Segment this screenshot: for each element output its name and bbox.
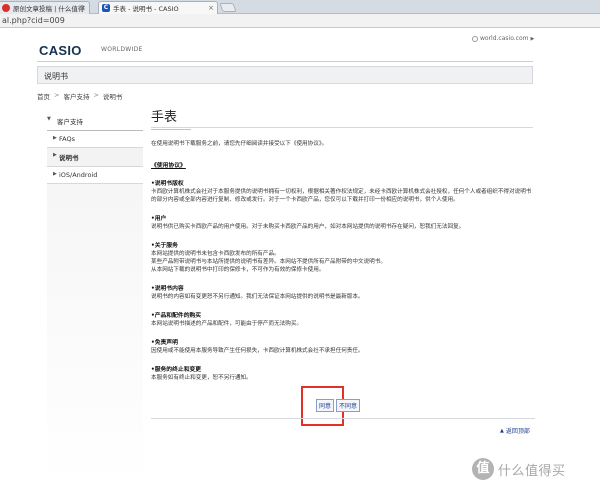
address-bar[interactable]: al.php?cid=009 [0, 14, 600, 28]
new-tab-button[interactable] [219, 3, 237, 12]
footer-divider [151, 418, 535, 419]
triangle-icon: ▶ [53, 152, 57, 158]
region-selector[interactable]: world.casio.com ▶ [472, 35, 534, 42]
sidebar-head-label: 客户支持 [57, 118, 83, 126]
terms-heading: •产品和配件的购买 [151, 313, 202, 319]
smzdm-watermark: 值 什么值得买 [472, 458, 566, 480]
terms-section-users: •用户 说明书供已购买卡西欧产品的用户使用。对于未购买卡西欧产品的用户，如对本网… [151, 215, 535, 231]
globe-icon [472, 35, 478, 42]
back-to-top-link[interactable]: ▲ 返回顶部 [500, 426, 530, 436]
sidebar: ▼ 客户支持 ▶ FAQs ▶ 说明书 ▶ iOS/Android [47, 112, 143, 484]
arrow-up-icon: ▲ [500, 427, 504, 434]
smzdm-logo-icon: 值 [472, 458, 494, 480]
main-content: 手表 在使用说明书下载服务之前，请您先仔细阅读并接受以下《使用协议》。 《使用协… [151, 106, 535, 382]
terms-section-content: •说明书内容 说明书的内容如有变更恕不另行通知。我们无法保证本网站提供的说明书是… [151, 285, 535, 301]
title-divider [151, 127, 533, 128]
sidebar-head-support[interactable]: ▼ 客户支持 [47, 112, 143, 131]
breadcrumb-manuals[interactable]: 说明书 [103, 91, 123, 101]
terms-text: 本网站说明书描述的产品和配件，可能由于停产而无法购买。 [151, 321, 303, 327]
terms-text: 本服务如有终止和变更，恕不另行通知。 [151, 375, 252, 381]
tab-title: 手表 - 说明书 - CASIO [113, 5, 179, 13]
terms-section-termination: •服务的终止和变更 本服务如有终止和变更，恕不另行通知。 [151, 366, 535, 382]
terms-section-disclaimer: •免责声明 因使用或不能使用本服务导致产生任何损失，卡西欧计算机株式会社不承担任… [151, 339, 535, 355]
back-to-top-label: 返回顶部 [505, 428, 530, 435]
casio-logo[interactable]: CASIO [39, 43, 82, 58]
breadcrumb-support[interactable]: 客户支持 [63, 91, 89, 101]
breadcrumb-separator: > [93, 91, 99, 99]
browser-tab-bar: 原创文章投稿 | 什么值得 × C 手表 - 说明书 - CASIO × [0, 0, 600, 14]
breadcrumb-home[interactable]: 首页 [37, 91, 50, 101]
sidebar-item-ios-android[interactable]: ▶ iOS/Android [47, 167, 143, 184]
terms-section-purchase: •产品和配件的购买 本网站说明书描述的产品和配件，可能由于停产而无法购买。 [151, 312, 535, 328]
sidebar-item-faqs[interactable]: ▶ FAQs [47, 131, 143, 148]
terms-heading: •关于服务 [151, 243, 178, 249]
worldwide-label: WORLDWIDE [101, 46, 143, 53]
agreement-buttons: 同意 不同意 [316, 399, 361, 412]
agree-button[interactable]: 同意 [316, 399, 335, 412]
browser-tab-smzdm[interactable]: 原创文章投稿 | 什么值得 × [0, 1, 90, 14]
terms-section-copyright: •说明书版权 卡西欧计算机株式会社对于本服务提供的说明书拥有一切权利，根据相关著… [151, 180, 535, 204]
url-text[interactable]: al.php?cid=009 [2, 16, 65, 25]
terms-text: 卡西欧计算机株式会社对于本服务提供的说明书拥有一切权利，根据相关著作权法规定，未… [151, 189, 532, 203]
breadcrumb: 首页 > 客户支持 > 说明书 [37, 91, 122, 101]
close-tab-icon[interactable]: × [80, 4, 86, 12]
terms-text: 因使用或不能使用本服务导致产生任何损失，卡西欧计算机株式会社不承担任何责任。 [151, 348, 364, 354]
header-divider [37, 61, 533, 62]
terms-heading: •说明书内容 [151, 286, 184, 292]
triangle-icon: ▼ [47, 116, 51, 122]
terms-heading: •用户 [151, 216, 167, 222]
terms-text: 说明书供已购买卡西欧产品的用户使用。对于未购买卡西欧产品的用户，如对本网站提供的… [151, 224, 465, 230]
arrow-right-icon: ▶ [530, 35, 535, 42]
watermark-text: 什么值得买 [498, 463, 566, 479]
sidebar-background [47, 184, 143, 484]
browser-tab-casio[interactable]: C 手表 - 说明书 - CASIO × [98, 1, 218, 14]
sidebar-item-label: FAQs [59, 135, 75, 143]
terms-section-service: •关于服务 本网站提供的说明书未包含卡西欧发布的所有产品。 某些产品附带说明书与… [151, 242, 535, 274]
agreement-heading: 《使用协议》 [151, 163, 186, 169]
terms-text: 说明书的内容如有变更恕不另行通知。我们无法保证本网站提供的说明书是最新版本。 [151, 294, 364, 300]
terms-text: 本网站提供的说明书未包含卡西欧发布的所有产品。 某些产品附带说明书与本站所提供的… [151, 251, 386, 273]
sidebar-item-manuals[interactable]: ▶ 说明书 [47, 148, 143, 167]
triangle-icon: ▶ [53, 171, 57, 177]
close-tab-icon[interactable]: × [208, 4, 214, 12]
terms-heading: •服务的终止和变更 [151, 367, 202, 373]
terms-heading: •免责声明 [151, 340, 178, 346]
tab-title: 原创文章投稿 | 什么值得 [13, 5, 85, 13]
sidebar-item-label: iOS/Android [59, 171, 98, 179]
region-link[interactable]: world.casio.com [480, 35, 528, 42]
casio-favicon-icon: C [102, 4, 110, 12]
breadcrumb-separator: > [54, 91, 60, 99]
smzdm-favicon-icon [2, 4, 10, 12]
triangle-icon: ▶ [53, 135, 57, 141]
terms-heading: •说明书版权 [151, 181, 184, 187]
intro-text: 在使用说明书下载服务之前，请您先仔细阅读并接受以下《使用协议》。 [151, 141, 328, 147]
sidebar-item-label: 说明书 [59, 154, 79, 162]
disagree-button[interactable]: 不同意 [336, 399, 361, 412]
section-title: 说明书 [37, 66, 533, 84]
